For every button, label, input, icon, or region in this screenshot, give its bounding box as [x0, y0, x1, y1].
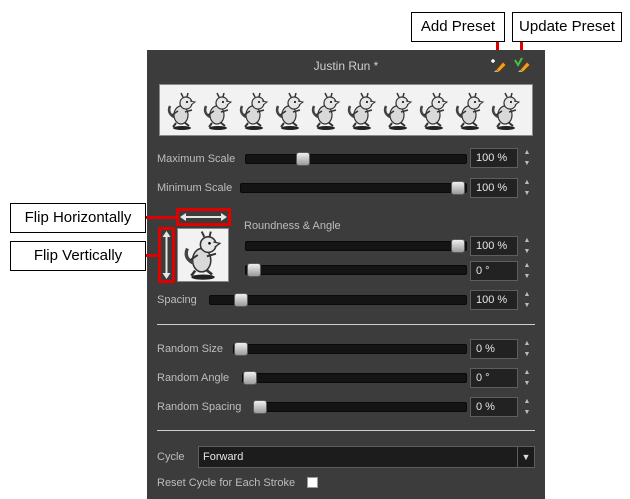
random-spacing-slider[interactable] — [253, 402, 467, 412]
flip-vertically-icon[interactable] — [161, 230, 172, 280]
random-spacing-field[interactable]: 0 % — [470, 397, 518, 417]
chevron-down-icon[interactable]: ▼ — [517, 447, 534, 467]
reset-cycle-label: Reset Cycle for Each Stroke — [157, 477, 296, 489]
random-angle-slider[interactable] — [242, 373, 467, 383]
random-spacing-label: Random Spacing — [157, 401, 242, 413]
minimum-scale-slider[interactable] — [240, 183, 467, 193]
preset-title: Justin Run * — [313, 59, 379, 73]
random-size-stepper[interactable]: ▲ ▼ — [523, 338, 531, 360]
angle-slider[interactable] — [245, 265, 467, 275]
random-size-field[interactable]: 0 % — [470, 339, 518, 359]
cycle-label: Cycle — [157, 451, 185, 463]
flip-vertically-pointer — [146, 254, 159, 257]
roundness-slider[interactable] — [245, 241, 467, 251]
angle-handle[interactable] — [247, 263, 261, 277]
brush-tip-strip — [159, 84, 533, 136]
brush-tip-frame[interactable] — [236, 91, 272, 131]
random-angle-stepper[interactable]: ▲ ▼ — [523, 367, 531, 389]
minimum-scale-field[interactable]: 100 % — [470, 178, 518, 198]
flip-horizontally-pointer — [146, 216, 177, 219]
angle-field[interactable]: 0 ° — [470, 261, 518, 281]
random-angle-handle[interactable] — [243, 371, 257, 385]
spacing-label: Spacing — [157, 294, 197, 306]
random-spacing-handle[interactable] — [253, 400, 267, 414]
add-preset-icon[interactable] — [489, 57, 507, 73]
random-angle-label: Random Angle — [157, 372, 230, 384]
random-size-slider[interactable] — [233, 344, 467, 354]
roundness-stepper[interactable]: ▲ ▼ — [523, 235, 531, 257]
brush-tip-frame[interactable] — [164, 91, 200, 131]
update-preset-callout: Update Preset — [512, 12, 622, 42]
cycle-dropdown[interactable]: Forward ▼ — [198, 446, 535, 468]
random-spacing-stepper[interactable]: ▲ ▼ — [523, 396, 531, 418]
angle-stepper[interactable]: ▲ ▼ — [523, 260, 531, 282]
random-angle-field[interactable]: 0 ° — [470, 368, 518, 388]
maximum-scale-slider[interactable] — [245, 154, 467, 164]
roundness-field[interactable]: 100 % — [470, 236, 518, 256]
spacing-stepper[interactable]: ▲ ▼ — [523, 289, 531, 311]
flip-horizontally-icon[interactable] — [179, 211, 228, 223]
roundness-angle-label: Roundness & Angle — [244, 220, 341, 232]
minimum-scale-stepper[interactable]: ▲ ▼ — [523, 177, 531, 199]
brush-tip-frame[interactable] — [488, 91, 524, 131]
update-preset-icon[interactable] — [513, 57, 531, 73]
flip-horizontally-callout: Flip Horizontally — [10, 203, 146, 233]
minimum-scale-handle[interactable] — [451, 181, 465, 195]
roundness-handle[interactable] — [451, 239, 465, 253]
spacing-field[interactable]: 100 % — [470, 290, 518, 310]
brush-tip-preview — [177, 228, 229, 282]
cycle-selected-value: Forward — [203, 451, 244, 463]
brush-tip-frame[interactable] — [200, 91, 236, 131]
maximum-scale-label: Maximum Scale — [157, 153, 236, 165]
minimum-scale-label: Minimum Scale — [157, 182, 233, 194]
maximum-scale-stepper[interactable]: ▲ ▼ — [523, 147, 531, 169]
brush-tip-frame[interactable] — [380, 91, 416, 131]
brush-tip-frame[interactable] — [272, 91, 308, 131]
section-divider — [157, 324, 535, 325]
random-size-label: Random Size — [157, 343, 224, 355]
brush-tip-frame[interactable] — [452, 91, 488, 131]
brush-properties-panel: Justin Run * Maximum Scale 100 % ▲ ▼ Mini… — [147, 50, 545, 499]
add-preset-callout: Add Preset — [411, 12, 505, 42]
brush-tip-frame[interactable] — [344, 91, 380, 131]
section-divider — [157, 430, 535, 431]
random-size-handle[interactable] — [234, 342, 248, 356]
brush-tip-frame[interactable] — [416, 91, 452, 131]
maximum-scale-field[interactable]: 100 % — [470, 148, 518, 168]
brush-tip-frame[interactable] — [308, 91, 344, 131]
flip-vertically-callout: Flip Vertically — [10, 241, 146, 271]
maximum-scale-handle[interactable] — [296, 152, 310, 166]
spacing-handle[interactable] — [234, 293, 248, 307]
reset-cycle-checkbox[interactable] — [307, 477, 318, 488]
